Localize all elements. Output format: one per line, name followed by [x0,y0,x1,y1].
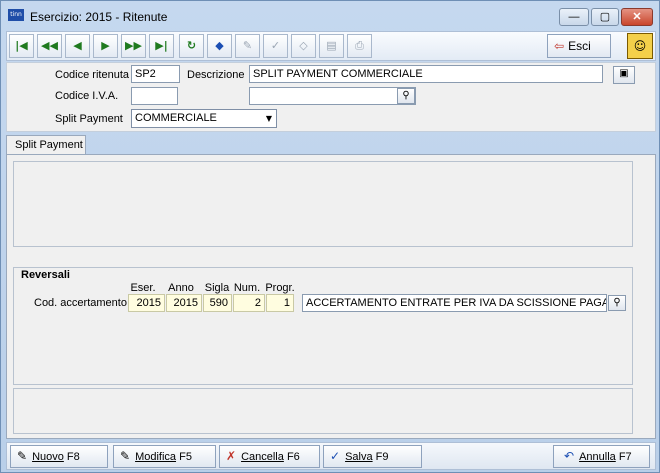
descrizione-field[interactable]: SPLIT PAYMENT COMMERCIALE [249,65,603,83]
split-payment-select[interactable]: COMMERCIALE ▼ [131,109,277,128]
exit-icon: ⇦ [554,39,565,53]
iva-description-field[interactable] [249,87,416,105]
nuovo-label: Nuovo [32,451,64,463]
chevron-down-icon: ▼ [265,114,272,123]
nuovo-button[interactable]: ✎ Nuovo F8 [10,445,108,468]
refresh-icon: ↻ [186,39,197,52]
annulla-shortcut: F7 [618,451,632,463]
annulla-button[interactable]: ↶ Annulla F7 [553,445,650,468]
refresh-button[interactable]: ↻ [179,34,204,58]
col-num: Num. [233,282,261,294]
tab-strip: Split Payment [6,134,656,156]
close-button[interactable]: ✕ [621,8,653,26]
undo-icon: ↶ [564,449,575,463]
navigation-toolbar: |◀ ◀◀ ◀ ▶ ▶▶ ▶| ↻ ◆ ✎ ✓ ◇ ▤ ⎙ ⇦ Esci ☺ [6,31,656,61]
cod-accertamento-label: Cod. accertamento [34,297,127,309]
codice-ritenuta-label: Codice ritenuta [55,69,129,81]
upper-group [13,161,633,247]
codice-iva-field[interactable] [131,87,178,105]
save-icon: ✓ [330,449,341,463]
reversali-title: Reversali [21,269,70,281]
salva-shortcut: F9 [375,451,389,463]
new-record-icon: ◆ [215,39,224,52]
modifica-shortcut: F5 [179,451,192,463]
nuovo-shortcut: F8 [66,451,80,463]
next-icon: ▶ [101,39,110,52]
last-record-button[interactable]: ▶| [149,34,174,58]
prev-record-button[interactable]: ◀ [65,34,90,58]
modifica-button[interactable]: ✎ Modifica F5 [113,445,216,468]
num-field[interactable]: 2 [233,294,265,312]
user-help-icon[interactable]: ☺ [627,33,653,59]
lookup-icon: ▣ [619,68,629,79]
modifica-label: Modifica [135,451,177,463]
salva-label: Salva [345,451,373,463]
last-icon: ▶| [155,39,168,52]
minimize-icon: — [568,11,580,23]
close-icon: ✕ [632,11,642,23]
new-record-button[interactable]: ◆ [207,34,232,58]
preview-button[interactable]: ▤ [319,34,344,58]
window-title: Esercizio: 2015 - Ritenute [30,10,168,24]
preview-icon: ▤ [326,39,337,52]
tab-split-payment[interactable]: Split Payment [6,135,86,156]
codice-ritenuta-field[interactable]: SP2 [131,65,180,83]
edit-button[interactable]: ✎ [235,34,260,58]
annulla-label: Annulla [579,451,616,463]
cancella-label: Cancella [241,451,284,463]
app-icon: tinn [8,9,24,21]
sigla-field[interactable]: 590 [203,294,232,312]
esci-button[interactable]: ⇦ Esci [547,34,611,58]
edit-disabled-icon: ✎ [242,39,253,52]
anno-field[interactable]: 2015 [166,294,202,312]
split-payment-panel: Reversali Eser. Anno Sigla Num. Progr. C… [6,154,656,439]
next-page-button[interactable]: ▶▶ [121,34,146,58]
check-button[interactable]: ✓ [263,34,288,58]
next-record-button[interactable]: ▶ [93,34,118,58]
title-bar: tinn Esercizio: 2015 - Ritenute — ▢ ✕ [1,1,659,31]
col-progr: Progr. [265,282,295,294]
first-record-button[interactable]: |◀ [9,34,34,58]
next-page-icon: ▶▶ [125,39,142,52]
minimize-button[interactable]: — [559,8,589,26]
erase-button[interactable]: ◇ [291,34,316,58]
maximize-button[interactable]: ▢ [591,8,619,26]
delete-icon: ✗ [226,449,237,463]
erase-disabled-icon: ◇ [299,39,308,52]
header-form: Codice ritenuta SP2 Descrizione SPLIT PA… [6,62,656,132]
first-icon: |◀ [15,39,28,52]
lookup-button[interactable]: ▣ [613,66,635,84]
search-icon: ⚲ [613,297,621,308]
cancella-button[interactable]: ✗ Cancella F6 [219,445,320,468]
split-payment-label: Split Payment [55,113,123,125]
lower-group [13,388,633,434]
reversali-group [13,267,633,385]
esci-label: Esci [568,39,591,53]
prev-icon: ◀ [73,39,82,52]
eser-field[interactable]: 2015 [128,294,165,312]
check-disabled-icon: ✓ [270,39,281,52]
action-bar: ✎ Nuovo F8 ✎ Modifica F5 ✗ Cancella F6 ✓ Sal… [6,442,656,470]
print-icon: ⎙ [355,39,364,52]
accertamento-search-button[interactable]: ⚲ [608,295,626,311]
progr-field[interactable]: 1 [266,294,294,312]
search-icon: ⚲ [402,90,410,101]
col-anno: Anno [168,282,194,294]
print-button[interactable]: ⎙ [347,34,372,58]
iva-search-button[interactable]: ⚲ [397,88,415,104]
accertamento-description-field[interactable]: ACCERTAMENTO ENTRATE PER IVA DA SCISSION… [302,294,607,312]
col-sigla: Sigla [204,282,230,294]
edit-icon: ✎ [120,449,131,463]
descrizione-label: Descrizione [187,69,245,81]
prev-page-button[interactable]: ◀◀ [37,34,62,58]
new-icon: ✎ [17,449,28,463]
salva-button[interactable]: ✓ Salva F9 [323,445,422,468]
maximize-icon: ▢ [599,11,611,23]
cancella-shortcut: F6 [286,451,300,463]
codice-iva-label: Codice I.V.A. [55,90,119,102]
col-eser: Eser. [130,282,156,294]
ritenute-window: tinn Esercizio: 2015 - Ritenute — ▢ ✕ |◀… [0,0,660,473]
prev-page-icon: ◀◀ [41,39,58,52]
split-payment-value: COMMERCIALE [135,112,217,124]
